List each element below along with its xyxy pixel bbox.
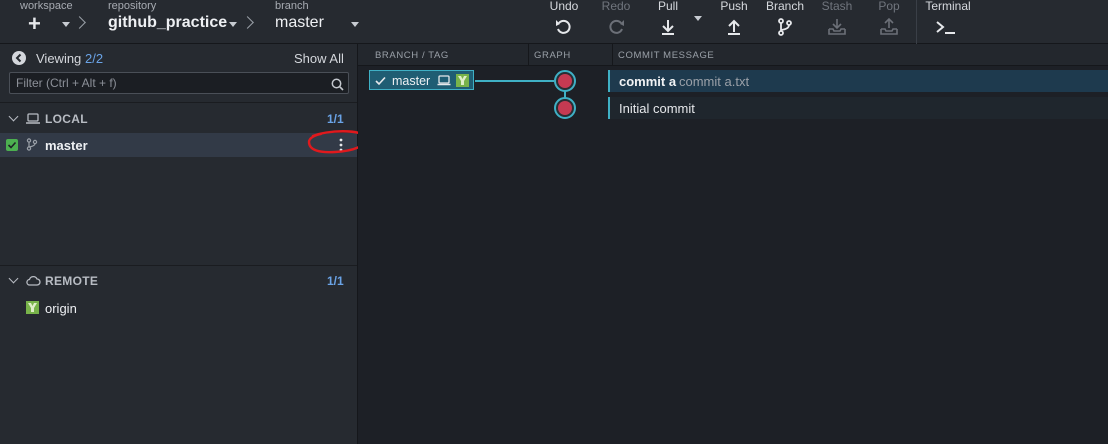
- remote-section-title: REMOTE: [45, 274, 99, 288]
- column-separator[interactable]: [528, 44, 529, 66]
- graph-column-header[interactable]: GRAPH: [534, 50, 571, 61]
- repository-name[interactable]: github_practice: [108, 14, 227, 32]
- branch-label-master[interactable]: master: [369, 70, 474, 90]
- show-all-button[interactable]: Show All: [294, 51, 344, 66]
- terminal-label: Terminal: [925, 0, 971, 13]
- chevron-right-icon: [73, 16, 86, 29]
- commit-message-column-header[interactable]: COMMIT MESSAGE: [618, 50, 714, 61]
- checkout-check-icon: [6, 139, 18, 151]
- chevron-down-icon: [8, 273, 19, 284]
- branch-icon: [778, 18, 792, 36]
- commit-node-icon: [558, 101, 572, 115]
- local-section-header[interactable]: LOCAL 1/1: [0, 108, 357, 130]
- push-upload-icon: [728, 19, 740, 35]
- pull-download-icon: [662, 20, 674, 35]
- pop-icon: [880, 17, 898, 35]
- remote-section-header[interactable]: REMOTE 1/1: [0, 270, 357, 292]
- chevron-down-icon: [8, 111, 19, 122]
- commit-row[interactable]: Initial commit: [608, 97, 1108, 119]
- commit-node[interactable]: [554, 97, 576, 119]
- search-icon: [331, 78, 344, 91]
- laptop-icon: [26, 113, 40, 124]
- commit-graph-panel: BRANCH / TAG GRAPH COMMIT MESSAGE master…: [358, 44, 1108, 444]
- commit-row[interactable]: commit a commit a.txt: [608, 70, 1108, 92]
- commit-summary: commit a: [619, 74, 677, 89]
- remote-row-origin[interactable]: origin: [0, 296, 357, 318]
- commit-summary: Initial commit: [619, 101, 695, 116]
- redo-label: Redo: [601, 0, 631, 13]
- undo-label: Undo: [549, 0, 579, 13]
- viewing-count: 2/2: [85, 51, 104, 66]
- column-header: BRANCH / TAG GRAPH COMMIT MESSAGE: [358, 44, 1108, 66]
- remote-avatar-icon: [26, 301, 39, 314]
- repository-label: repository: [108, 0, 157, 12]
- toolbar: workspace + repository github_practice b…: [0, 0, 1108, 44]
- branch-icon: [26, 138, 38, 151]
- redo-icon: [609, 19, 624, 34]
- undo-button[interactable]: Undo: [539, 0, 589, 44]
- chevron-right-icon: [241, 16, 254, 29]
- remote-avatar-icon: [456, 74, 469, 87]
- laptop-icon: [437, 75, 451, 86]
- workspace-dropdown-icon[interactable]: [62, 22, 70, 27]
- branch-label: branch: [275, 0, 309, 12]
- add-workspace-button[interactable]: +: [28, 13, 41, 35]
- terminal-icon: [936, 21, 955, 34]
- filter-input[interactable]: [9, 72, 349, 94]
- commit-node[interactable]: [554, 70, 576, 92]
- branch-name[interactable]: master: [275, 14, 324, 32]
- commit-description: commit a.txt: [679, 74, 750, 89]
- stash-button[interactable]: Stash: [812, 0, 862, 44]
- back-arrow-circle-icon[interactable]: [12, 51, 26, 65]
- divider: [0, 102, 357, 103]
- branch-tag-column-header[interactable]: BRANCH / TAG: [375, 50, 449, 61]
- branch-dropdown-icon[interactable]: [351, 22, 359, 27]
- branch-button[interactable]: Branch: [760, 0, 810, 44]
- remote-count: 1/1: [327, 274, 344, 288]
- branch-button-label: Branch: [765, 0, 805, 13]
- local-branch-name: master: [45, 138, 88, 153]
- repository-dropdown-icon[interactable]: [229, 22, 237, 27]
- push-label: Push: [720, 0, 748, 13]
- viewing-label: Viewing: [36, 51, 82, 66]
- local-count: 1/1: [327, 112, 344, 126]
- remote-name: origin: [45, 301, 77, 316]
- column-separator[interactable]: [612, 44, 613, 66]
- stash-label: Stash: [821, 0, 853, 13]
- pop-label: Pop: [878, 0, 900, 13]
- pop-button[interactable]: Pop: [864, 0, 914, 44]
- undo-icon: [556, 19, 571, 34]
- commit-node-icon: [558, 74, 572, 88]
- pull-dropdown-icon[interactable]: [694, 16, 702, 21]
- local-branch-row[interactable]: master: [0, 130, 367, 157]
- checkmark-icon: [375, 76, 386, 86]
- branch-label-text: master: [392, 74, 431, 88]
- stash-icon: [828, 19, 846, 35]
- viewing-row: Viewing 2/2 Show All: [0, 44, 357, 70]
- branch-connector-line: [475, 80, 554, 82]
- pull-button[interactable]: Pull: [643, 0, 693, 44]
- terminal-button[interactable]: Terminal: [922, 0, 974, 44]
- toolbar-separator: [916, 0, 917, 44]
- push-button[interactable]: Push: [709, 0, 759, 44]
- redo-button[interactable]: Redo: [591, 0, 641, 44]
- commit-row-accent: [608, 70, 610, 92]
- left-panel: Viewing 2/2 Show All LOCAL 1/1 maste: [0, 44, 367, 444]
- commit-row-accent: [608, 97, 610, 119]
- pull-label: Pull: [657, 0, 678, 13]
- divider: [0, 265, 357, 266]
- local-section-title: LOCAL: [45, 112, 88, 126]
- cloud-icon: [26, 275, 41, 286]
- plus-icon: +: [28, 11, 41, 36]
